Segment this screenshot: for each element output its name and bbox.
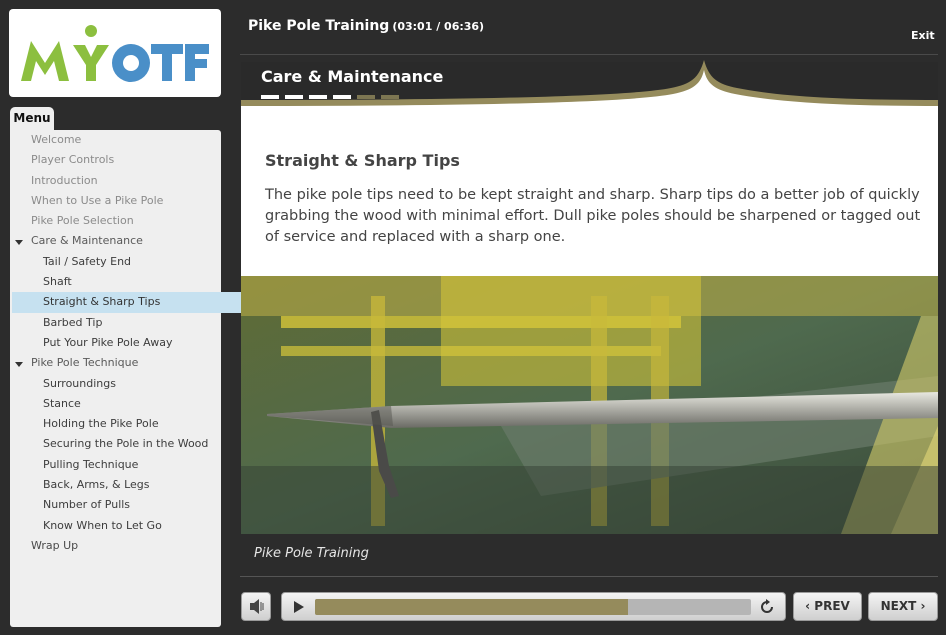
menu-item-wrap-up[interactable]: Wrap Up (10, 536, 221, 556)
menu-item-care-maintenance[interactable]: Care & Maintenance (10, 231, 221, 251)
menu-item-put-away[interactable]: Put Your Pike Pole Away (10, 333, 221, 353)
divider (240, 576, 938, 577)
menu-item-pulling-technique[interactable]: Pulling Technique (10, 455, 221, 475)
progress-dash (261, 95, 279, 99)
pike-pole-photo (241, 276, 938, 534)
menu-item-when-to-use[interactable]: When to Use a Pike Pole (10, 191, 221, 211)
myotf-logo (21, 25, 209, 82)
progress-dash (285, 95, 303, 99)
menu-list: Welcome Player Controls Introduction Whe… (10, 130, 250, 556)
replay-icon[interactable] (758, 598, 776, 616)
menu-item-straight-sharp-tips[interactable]: Straight & Sharp Tips (12, 292, 250, 313)
caption: Pike Pole Training (254, 546, 369, 561)
menu-item-tail-safety-end[interactable]: Tail / Safety End (10, 252, 221, 272)
menu-item-back-arms-legs[interactable]: Back, Arms, & Legs (10, 475, 221, 495)
menu-item-barbed-tip[interactable]: Barbed Tip (10, 313, 221, 333)
divider (240, 54, 938, 55)
menu-item-player-controls[interactable]: Player Controls (10, 150, 221, 170)
content-area: Straight & Sharp Tips The pike pole tips… (241, 112, 938, 276)
menu-item-holding[interactable]: Holding the Pike Pole (10, 414, 221, 434)
caret-down-icon[interactable] (15, 240, 23, 246)
section-title: Care & Maintenance (261, 67, 444, 86)
chevron-right-icon: › (920, 599, 926, 613)
menu-item-pike-pole-selection[interactable]: Pike Pole Selection (10, 211, 221, 231)
progress-dash (357, 95, 375, 99)
caret-down-icon[interactable] (15, 362, 23, 368)
course-title-text: Pike Pole Training (248, 18, 390, 34)
logo-container (9, 9, 221, 97)
menu-item-label: Care & Maintenance (31, 234, 143, 248)
seek-bar[interactable] (315, 599, 751, 615)
menu-item-shaft[interactable]: Shaft (10, 272, 221, 292)
volume-button[interactable] (241, 592, 271, 621)
menu-item-welcome[interactable]: Welcome (10, 130, 221, 150)
seek-bar-fill (315, 599, 629, 615)
menu-panel: Welcome Player Controls Introduction Whe… (10, 130, 250, 627)
chevron-left-icon: ‹ (805, 599, 811, 613)
prev-button[interactable]: ‹ PREV (793, 592, 862, 621)
next-button[interactable]: NEXT › (868, 592, 938, 621)
exit-button[interactable]: Exit (911, 29, 935, 42)
menu-item-stance[interactable]: Stance (10, 394, 221, 414)
progress-dash (381, 95, 399, 99)
speaker-icon (250, 599, 264, 614)
menu-item-pike-pole-technique[interactable]: Pike Pole Technique (10, 353, 221, 373)
menu-item-securing[interactable]: Securing the Pole in the Wood (10, 434, 221, 454)
menu-tab[interactable]: Menu (10, 107, 54, 131)
menu-item-label: Pike Pole Technique (31, 356, 139, 370)
content-heading: Straight & Sharp Tips (265, 151, 460, 170)
menu-item-let-go[interactable]: Know When to Let Go (10, 516, 221, 536)
course-time: (03:01 / 06:36) (392, 20, 485, 33)
course-title: Pike Pole Training (03:01 / 06:36) (248, 18, 484, 34)
menu-item-introduction[interactable]: Introduction (10, 171, 221, 191)
section-progress (261, 95, 399, 99)
media-player (281, 592, 786, 621)
prev-label: PREV (814, 599, 850, 613)
pike-pole-image (241, 276, 938, 534)
content-body: The pike pole tips need to be kept strai… (265, 187, 921, 245)
progress-dash (309, 95, 327, 99)
play-icon[interactable] (294, 601, 304, 613)
menu-item-surroundings[interactable]: Surroundings (10, 374, 221, 394)
progress-dash (333, 95, 351, 99)
menu-item-number-of-pulls[interactable]: Number of Pulls (10, 495, 221, 515)
next-label: NEXT (880, 599, 917, 613)
